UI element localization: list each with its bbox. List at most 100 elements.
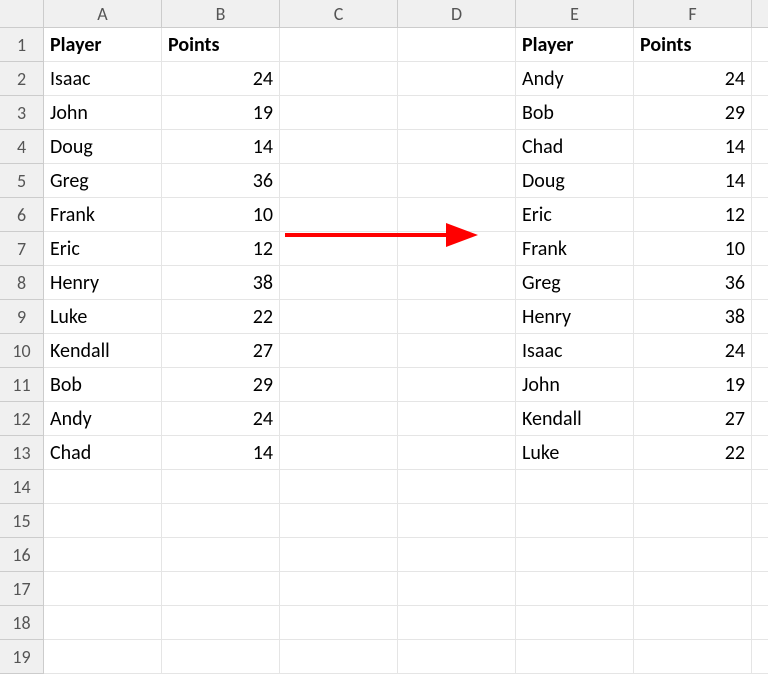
cell-A10[interactable]: Kendall [44, 334, 162, 368]
cell-C19[interactable] [280, 640, 398, 674]
cell-D18[interactable] [398, 606, 516, 640]
row-header-9[interactable]: 9 [0, 300, 44, 334]
col-header-extra[interactable] [752, 0, 768, 28]
col-header-D[interactable]: D [398, 0, 516, 28]
cell-F1[interactable]: Points [634, 28, 752, 62]
cell-F12[interactable]: 27 [634, 402, 752, 436]
cell-extra-10[interactable] [752, 334, 768, 368]
cell-E4[interactable]: Chad [516, 130, 634, 164]
cell-B1[interactable]: Points [162, 28, 280, 62]
row-header-18[interactable]: 18 [0, 606, 44, 640]
cell-extra-5[interactable] [752, 164, 768, 198]
cell-C2[interactable] [280, 62, 398, 96]
cell-extra-1[interactable] [752, 28, 768, 62]
cell-D6[interactable] [398, 198, 516, 232]
cell-C14[interactable] [280, 470, 398, 504]
cell-A9[interactable]: Luke [44, 300, 162, 334]
cell-E19[interactable] [516, 640, 634, 674]
cell-extra-19[interactable] [752, 640, 768, 674]
cell-C16[interactable] [280, 538, 398, 572]
cell-A2[interactable]: Isaac [44, 62, 162, 96]
cell-C7[interactable] [280, 232, 398, 266]
cell-extra-16[interactable] [752, 538, 768, 572]
cell-extra-6[interactable] [752, 198, 768, 232]
cell-A16[interactable] [44, 538, 162, 572]
cell-D7[interactable] [398, 232, 516, 266]
row-header-10[interactable]: 10 [0, 334, 44, 368]
cell-D5[interactable] [398, 164, 516, 198]
col-header-B[interactable]: B [162, 0, 280, 28]
cell-extra-12[interactable] [752, 402, 768, 436]
cell-F4[interactable]: 14 [634, 130, 752, 164]
cell-B13[interactable]: 14 [162, 436, 280, 470]
cell-F3[interactable]: 29 [634, 96, 752, 130]
row-header-12[interactable]: 12 [0, 402, 44, 436]
cell-C12[interactable] [280, 402, 398, 436]
cell-E8[interactable]: Greg [516, 266, 634, 300]
cell-E15[interactable] [516, 504, 634, 538]
cell-extra-7[interactable] [752, 232, 768, 266]
cell-E12[interactable]: Kendall [516, 402, 634, 436]
col-header-C[interactable]: C [280, 0, 398, 28]
cell-extra-9[interactable] [752, 300, 768, 334]
cell-D4[interactable] [398, 130, 516, 164]
cell-D19[interactable] [398, 640, 516, 674]
cell-C10[interactable] [280, 334, 398, 368]
cell-F16[interactable] [634, 538, 752, 572]
row-header-17[interactable]: 17 [0, 572, 44, 606]
cell-B15[interactable] [162, 504, 280, 538]
cell-F17[interactable] [634, 572, 752, 606]
row-header-19[interactable]: 19 [0, 640, 44, 674]
cell-A13[interactable]: Chad [44, 436, 162, 470]
cell-E9[interactable]: Henry [516, 300, 634, 334]
cell-C5[interactable] [280, 164, 398, 198]
cell-F13[interactable]: 22 [634, 436, 752, 470]
col-header-A[interactable]: A [44, 0, 162, 28]
cell-B2[interactable]: 24 [162, 62, 280, 96]
cell-D12[interactable] [398, 402, 516, 436]
cell-extra-17[interactable] [752, 572, 768, 606]
cell-E10[interactable]: Isaac [516, 334, 634, 368]
cell-E6[interactable]: Eric [516, 198, 634, 232]
cell-A15[interactable] [44, 504, 162, 538]
cell-B19[interactable] [162, 640, 280, 674]
cell-C4[interactable] [280, 130, 398, 164]
cell-extra-18[interactable] [752, 606, 768, 640]
cell-B18[interactable] [162, 606, 280, 640]
cell-C17[interactable] [280, 572, 398, 606]
cell-B5[interactable]: 36 [162, 164, 280, 198]
row-header-11[interactable]: 11 [0, 368, 44, 402]
cell-C1[interactable] [280, 28, 398, 62]
row-header-13[interactable]: 13 [0, 436, 44, 470]
cell-B12[interactable]: 24 [162, 402, 280, 436]
row-header-7[interactable]: 7 [0, 232, 44, 266]
cell-E14[interactable] [516, 470, 634, 504]
cell-B3[interactable]: 19 [162, 96, 280, 130]
cell-D16[interactable] [398, 538, 516, 572]
row-header-14[interactable]: 14 [0, 470, 44, 504]
cell-A18[interactable] [44, 606, 162, 640]
cell-extra-13[interactable] [752, 436, 768, 470]
cell-extra-14[interactable] [752, 470, 768, 504]
cell-D15[interactable] [398, 504, 516, 538]
cell-D14[interactable] [398, 470, 516, 504]
cell-A1[interactable]: Player [44, 28, 162, 62]
cell-C6[interactable] [280, 198, 398, 232]
cell-B16[interactable] [162, 538, 280, 572]
cell-F6[interactable]: 12 [634, 198, 752, 232]
row-header-4[interactable]: 4 [0, 130, 44, 164]
cell-B9[interactable]: 22 [162, 300, 280, 334]
cell-A7[interactable]: Eric [44, 232, 162, 266]
cell-extra-15[interactable] [752, 504, 768, 538]
cell-A19[interactable] [44, 640, 162, 674]
cell-B17[interactable] [162, 572, 280, 606]
cell-E16[interactable] [516, 538, 634, 572]
cell-E2[interactable]: Andy [516, 62, 634, 96]
cell-A6[interactable]: Frank [44, 198, 162, 232]
cell-D11[interactable] [398, 368, 516, 402]
cell-E7[interactable]: Frank [516, 232, 634, 266]
cell-E5[interactable]: Doug [516, 164, 634, 198]
cell-B8[interactable]: 38 [162, 266, 280, 300]
cell-E11[interactable]: John [516, 368, 634, 402]
cell-A17[interactable] [44, 572, 162, 606]
